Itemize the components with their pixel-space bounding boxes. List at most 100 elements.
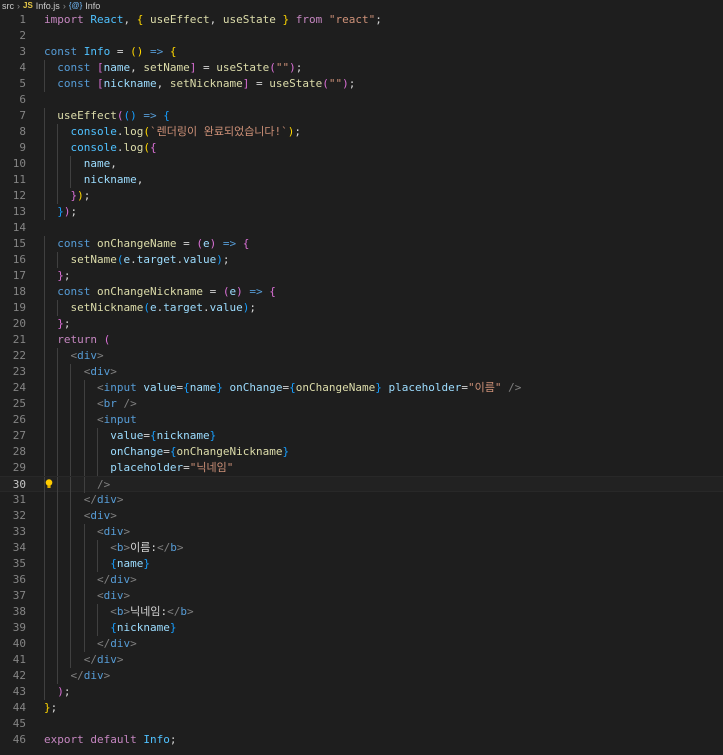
line-number: 4: [19, 61, 26, 74]
line-number: 31: [12, 493, 26, 506]
code-text: <div>: [97, 589, 131, 602]
line-number: 11: [12, 173, 26, 186]
line-number: 2: [19, 29, 26, 42]
code-line[interactable]: 15 const onChangeName = (e) => {: [0, 236, 723, 252]
code-text: setName(e.target.value);: [70, 253, 230, 266]
code-text: name,: [83, 157, 117, 170]
code-line[interactable]: 13 });: [0, 204, 723, 220]
line-number: 7: [19, 109, 26, 122]
line-number: 12: [12, 189, 26, 202]
code-text: console.log(`렌더링이 완료되었습니다!`);: [70, 125, 302, 138]
code-text: </div>: [83, 653, 124, 666]
code-line[interactable]: 23 <div>: [0, 364, 723, 380]
line-number: 25: [12, 397, 26, 410]
code-line[interactable]: 6: [0, 92, 723, 108]
breadcrumb-folder[interactable]: src: [2, 0, 14, 12]
line-number: 22: [12, 349, 26, 362]
code-line[interactable]: 39 {nickname}: [0, 620, 723, 636]
code-line[interactable]: 21 return (: [0, 332, 723, 348]
code-line[interactable]: 8 console.log(`렌더링이 완료되었습니다!`);: [0, 124, 723, 140]
code-line[interactable]: 34 <b>이름:</b>: [0, 540, 723, 556]
code-text: <b>이름:</b>: [110, 541, 184, 554]
line-number: 14: [12, 221, 26, 234]
code-line[interactable]: 20 };: [0, 316, 723, 332]
code-text: };: [57, 269, 71, 282]
code-line[interactable]: 5 const [nickname, setNickname] = useSta…: [0, 76, 723, 92]
line-number: 18: [12, 285, 26, 298]
code-line[interactable]: 37 <div>: [0, 588, 723, 604]
code-line[interactable]: 31 </div>: [0, 492, 723, 508]
code-line[interactable]: 10 name,: [0, 156, 723, 172]
line-number: 28: [12, 445, 26, 458]
code-text: />: [97, 478, 111, 491]
line-number: 40: [12, 637, 26, 650]
code-line[interactable]: 25 <br />: [0, 396, 723, 412]
line-number: 45: [12, 717, 26, 730]
code-text: <input: [97, 413, 137, 426]
code-line[interactable]: 36 </div>: [0, 572, 723, 588]
code-text: <div>: [70, 349, 104, 362]
line-number: 29: [12, 461, 26, 474]
code-text: };: [44, 701, 58, 714]
code-line[interactable]: 12 });: [0, 188, 723, 204]
code-line[interactable]: 7 useEffect(() => {: [0, 108, 723, 124]
line-number: 42: [12, 669, 26, 682]
line-number: 32: [12, 509, 26, 522]
code-line[interactable]: 33 <div>: [0, 524, 723, 540]
line-number: 9: [19, 141, 26, 154]
code-text: placeholder="닉네임": [110, 461, 234, 474]
code-line[interactable]: 11 nickname,: [0, 172, 723, 188]
line-number: 46: [12, 733, 26, 746]
code-line[interactable]: 45: [0, 716, 723, 732]
code-text: const onChangeName = (e) => {: [57, 237, 250, 250]
code-line[interactable]: 46 export default Info;: [0, 732, 723, 748]
code-text: <input value={name} onChange={onChangeNa…: [97, 381, 522, 394]
line-number: 36: [12, 573, 26, 586]
code-text: setNickname(e.target.value);: [70, 301, 256, 314]
lightbulb-icon[interactable]: [45, 479, 53, 489]
line-number: 34: [12, 541, 26, 554]
code-line[interactable]: 38 <b>닉네임:</b>: [0, 604, 723, 620]
code-line[interactable]: 1 import React, { useEffect, useState } f…: [0, 12, 723, 28]
line-number: 24: [12, 381, 26, 394]
code-line[interactable]: 17 };: [0, 268, 723, 284]
code-line[interactable]: 4 const [name, setName] = useState("");: [0, 60, 723, 76]
code-text: const Info = () => {: [44, 45, 177, 58]
line-number: 27: [12, 429, 26, 442]
code-line[interactable]: 19 setNickname(e.target.value);: [0, 300, 723, 316]
code-line[interactable]: 29 placeholder="닉네임": [0, 460, 723, 476]
code-line[interactable]: 16 setName(e.target.value);: [0, 252, 723, 268]
line-number: 23: [12, 365, 26, 378]
code-text: </div>: [97, 637, 137, 650]
code-line[interactable]: 41 </div>: [0, 652, 723, 668]
line-number: 41: [12, 653, 26, 666]
code-line[interactable]: 2: [0, 28, 723, 44]
code-line[interactable]: 40 </div>: [0, 636, 723, 652]
code-line[interactable]: 30 />: [0, 476, 723, 493]
code-line[interactable]: 35 {name}: [0, 556, 723, 572]
code-line[interactable]: 3 const Info = () => {: [0, 44, 723, 60]
code-line[interactable]: 43 );: [0, 684, 723, 700]
code-line[interactable]: 26 <input: [0, 412, 723, 428]
breadcrumb-symbol[interactable]: Info: [85, 0, 100, 12]
code-line[interactable]: 14: [0, 220, 723, 236]
line-number: 17: [12, 269, 26, 282]
line-number: 44: [12, 701, 26, 714]
code-text: });: [57, 205, 78, 218]
breadcrumb-file[interactable]: Info.js: [36, 0, 60, 12]
code-line[interactable]: 44};: [0, 700, 723, 716]
chevron-right-icon: ›: [62, 1, 66, 11]
code-line[interactable]: 42 </div>: [0, 668, 723, 684]
code-line[interactable]: 18 const onChangeNickname = (e) => {: [0, 284, 723, 300]
code-text: </div>: [70, 669, 111, 682]
code-editor[interactable]: 1 import React, { useEffect, useState } f…: [0, 12, 723, 755]
code-line[interactable]: 22 <div>: [0, 348, 723, 364]
code-text: console.log({: [70, 141, 157, 154]
code-line[interactable]: 32 <div>: [0, 508, 723, 524]
line-number: 43: [12, 685, 26, 698]
line-number: 30: [12, 478, 26, 491]
code-line[interactable]: 28 onChange={onChangeNickname}: [0, 444, 723, 460]
code-line[interactable]: 9 console.log({: [0, 140, 723, 156]
code-line[interactable]: 27 value={nickname}: [0, 428, 723, 444]
code-line[interactable]: 24 <input value={name} onChange={onChang…: [0, 380, 723, 396]
